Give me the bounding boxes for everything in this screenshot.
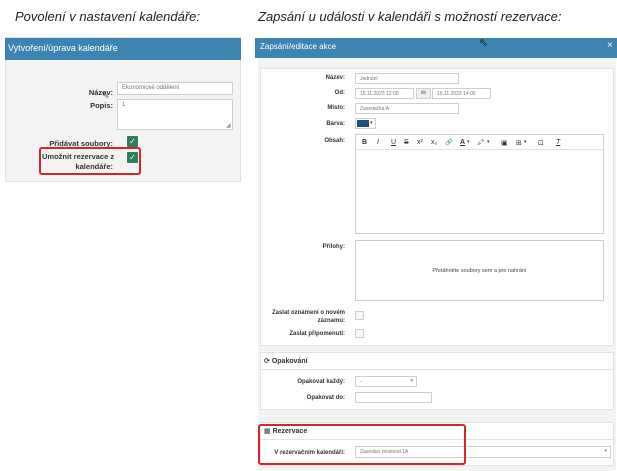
repeat-section-title: Opakování (271, 358, 308, 365)
chevron-down-icon: ▾ (370, 120, 373, 126)
chevron-down-icon: ▾ (604, 448, 607, 454)
right-caption: Zapsání u události v kalendáři s možnost… (258, 9, 562, 24)
add-files-checkbox[interactable]: ✓ (127, 136, 138, 147)
event-name-input[interactable]: Jednání (355, 73, 459, 84)
calendar-name-input[interactable]: Ekonomické oddělení (117, 82, 233, 95)
event-color-label: Barva: (326, 121, 345, 127)
notify-new-checkbox[interactable] (355, 311, 364, 320)
divider (261, 369, 613, 370)
allow-reservations-label-line2: kalendáře: (75, 162, 113, 171)
chevron-down-icon[interactable]: ▾ (487, 139, 490, 145)
italic-icon[interactable]: I (377, 139, 379, 146)
event-from-input[interactable]: 15.11.2023 12:00 (355, 88, 414, 99)
calendar-settings-title: Vytvoření/úprava kalendáře (5, 38, 241, 60)
close-icon[interactable]: × (607, 40, 613, 51)
repeat-until-label: Opakovat do: (306, 395, 345, 401)
notify-new-label-line2: záznamu: (317, 318, 345, 324)
resize-handle-icon: ◢ (226, 123, 231, 129)
color-swatch (357, 120, 369, 127)
notify-new-label-line1: Zaslat oznámení o novém (271, 310, 345, 316)
mouse-cursor-icon: ⇖ (479, 37, 489, 49)
subscript-icon[interactable]: x₂ (431, 139, 437, 146)
refresh-icon: ⟳ (264, 358, 270, 365)
image-icon[interactable]: ▣ (501, 139, 508, 147)
event-to-label: do (416, 88, 431, 99)
event-edit-title: Zapsání/editace akce (255, 38, 617, 58)
link-icon[interactable]: 🔗 (445, 139, 452, 146)
clear-format-icon[interactable]: T (556, 139, 560, 146)
event-from-label: Od: (334, 90, 345, 96)
send-reminder-checkbox[interactable] (355, 329, 364, 338)
event-color-picker[interactable]: ▾ (355, 118, 376, 129)
reservation-highlight (258, 424, 466, 465)
highlight-icon[interactable]: 🖍 (477, 139, 485, 146)
table-icon[interactable]: ⊞ (516, 139, 522, 147)
repeat-section-header: ⟳ Opakování (264, 357, 308, 365)
repeat-every-label: Opakovat každý: (297, 379, 345, 385)
event-place-input[interactable]: Zasedačka A (355, 103, 459, 114)
strikethrough-icon[interactable]: S (404, 139, 409, 146)
content-editor[interactable]: B I U S x² x₂ 🔗 A ▾ 🖍 ▾ ▣ ⊞ ▾ ⊡ T (355, 134, 604, 234)
event-to-input[interactable]: 15.11.2023 14:00 (432, 88, 491, 99)
font-color-icon[interactable]: A (460, 139, 465, 146)
bold-icon[interactable]: B (362, 139, 367, 146)
attachments-label: Přílohy: (322, 244, 345, 250)
fullscreen-icon[interactable]: ⊡ (538, 139, 544, 147)
event-place-label: Místo: (327, 105, 345, 111)
calendar-description-label: Popis: (90, 101, 113, 110)
allow-reservations-checkbox[interactable]: ✓ (127, 152, 138, 163)
repeat-every-select[interactable]: - ▾ (355, 376, 417, 387)
event-name-label: Název: (325, 75, 345, 81)
superscript-icon[interactable]: x² (417, 139, 423, 146)
repeat-every-value: - (360, 379, 362, 385)
repeat-until-input[interactable] (355, 392, 432, 403)
chevron-down-icon[interactable]: ▾ (524, 139, 527, 145)
underline-icon[interactable]: U (391, 139, 396, 146)
editor-toolbar: B I U S x² x₂ 🔗 A ▾ 🖍 ▾ ▣ ⊞ ▾ ⊡ T (356, 135, 603, 150)
left-caption: Povolení v nastavení kalendáře: (15, 9, 201, 24)
event-content-label: Obsah: (324, 138, 345, 144)
allow-reservations-label-line1: Umožnit rezervace z (42, 152, 115, 161)
calendar-description-textarea[interactable]: 1 (117, 99, 233, 130)
send-reminder-label: Zaslat připomenutí: (289, 331, 345, 337)
file-dropzone[interactable]: Přetáhněte soubory sem a pro nahrání (355, 240, 604, 301)
mouse-cursor-icon: ⇖ (102, 90, 110, 100)
dropzone-text: Přetáhněte soubory sem a pro nahrání (432, 268, 527, 274)
chevron-down-icon[interactable]: ▾ (467, 139, 470, 145)
chevron-down-icon: ▾ (410, 378, 413, 384)
